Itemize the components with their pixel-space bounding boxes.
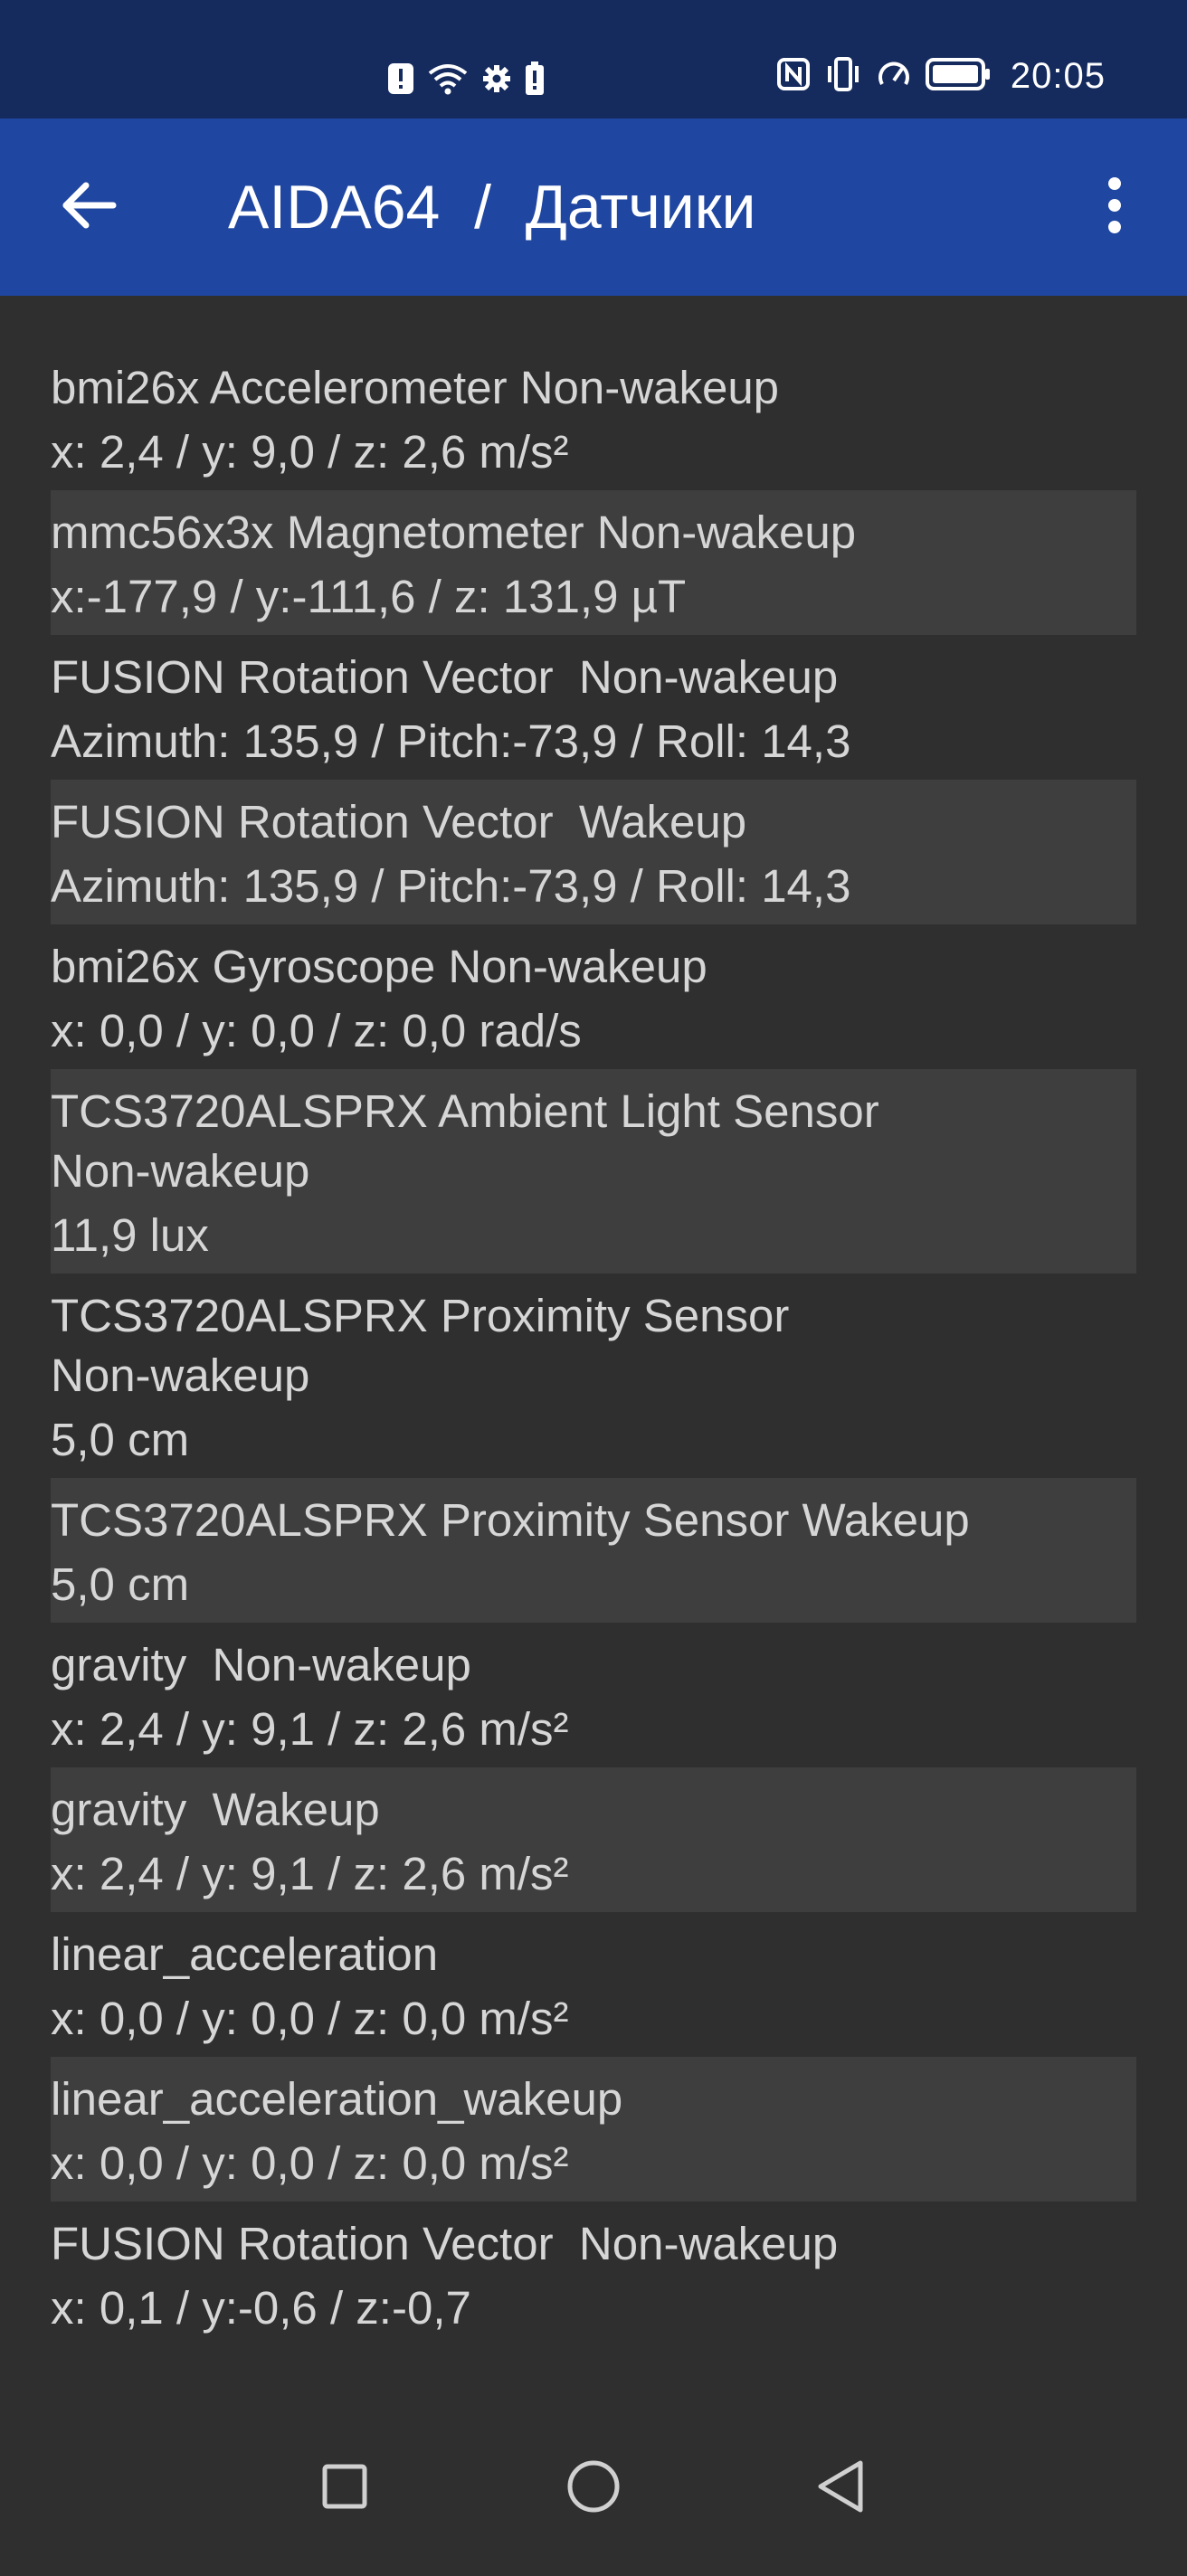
gear-icon <box>481 63 512 99</box>
sensor-list[interactable]: bmi26x Accelerometer Non-wakeup x: 2,4 /… <box>51 346 1136 2399</box>
sensor-item[interactable]: gravity Wakeup x: 2,4 / y: 9,1 / z: 2,6 … <box>51 1767 1136 1912</box>
sensor-item[interactable]: TCS3720ALSPRX Proximity Sensor Wakeup 5,… <box>51 1478 1136 1623</box>
more-options-button[interactable] <box>1078 171 1151 243</box>
sensor-item[interactable]: TCS3720ALSPRX Ambient Light Sensor Non-w… <box>51 1069 1136 1274</box>
sensor-value: x: 0,0 / y: 0,0 / z: 0,0 m/s² <box>51 1993 569 2044</box>
sensor-name: FUSION Rotation Vector Non-wakeup <box>51 651 839 703</box>
navigation-bar <box>0 2402 1187 2576</box>
more-vert-icon <box>1106 176 1124 239</box>
app-bar: AIDA64 / Датчики <box>0 118 1187 296</box>
sensor-value: x: 0,0 / y: 0,0 / z: 0,0 m/s² <box>51 2137 569 2189</box>
recents-button[interactable] <box>295 2439 394 2538</box>
nfc-icon <box>776 58 810 95</box>
home-button[interactable] <box>544 2439 643 2538</box>
sensor-item[interactable]: FUSION Rotation Vector Wakeup Azimuth: 1… <box>51 780 1136 924</box>
sensor-value: x:-177,9 / y:-111,6 / z: 131,9 µT <box>51 571 687 622</box>
sensor-item[interactable]: linear_acceleration x: 0,0 / y: 0,0 / z:… <box>51 1912 1136 2057</box>
recents-icon <box>321 2463 368 2514</box>
sensor-value: 5,0 cm <box>51 1414 190 1465</box>
sensor-item[interactable]: bmi26x Gyroscope Non-wakeup x: 0,0 / y: … <box>51 924 1136 1069</box>
sensor-name: linear_acceleration <box>51 1928 439 1980</box>
page-title: AIDA64 / Датчики <box>228 173 756 242</box>
sensor-name: gravity Non-wakeup <box>51 1639 471 1690</box>
sensor-item[interactable]: FUSION Rotation Vector Non-wakeup Azimut… <box>51 635 1136 780</box>
sensor-item[interactable]: TCS3720ALSPRX Proximity Sensor Non-wakeu… <box>51 1274 1136 1478</box>
sensor-value: x: 2,4 / y: 9,1 / z: 2,6 m/s² <box>51 1703 569 1755</box>
back-icon <box>815 2458 866 2519</box>
sensor-item[interactable]: bmi26x Accelerometer Non-wakeup x: 2,4 /… <box>51 346 1136 490</box>
arrow-left-icon <box>61 182 117 233</box>
alert-icon <box>387 62 414 99</box>
speed-icon <box>877 57 911 96</box>
nav-back-button[interactable] <box>791 2439 890 2538</box>
sensor-name: mmc56x3x Magnetometer Non-wakeup <box>51 507 857 558</box>
sensor-value: x: 0,0 / y: 0,0 / z: 0,0 rad/s <box>51 1005 582 1056</box>
sensor-value: x: 2,4 / y: 9,1 / z: 2,6 m/s² <box>51 1848 569 1899</box>
sensor-name: bmi26x Gyroscope Non-wakeup <box>51 941 707 992</box>
sensor-name: FUSION Rotation Vector Non-wakeup <box>51 2218 839 2269</box>
status-bar: 20:05 <box>0 0 1187 118</box>
wifi-icon <box>427 62 469 99</box>
sensor-value: 11,9 lux <box>51 1209 209 1261</box>
sensor-value: x: 2,4 / y: 9,0 / z: 2,6 m/s² <box>51 426 569 478</box>
home-icon <box>565 2458 622 2519</box>
status-time: 20:05 <box>1010 56 1106 96</box>
sensor-name: TCS3720ALSPRX Ambient Light Sensor Non-w… <box>51 1085 879 1197</box>
sensor-item[interactable]: linear_acceleration_wakeup x: 0,0 / y: 0… <box>51 2057 1136 2202</box>
status-left-icons <box>387 62 545 100</box>
sensor-name: FUSION Rotation Vector Wakeup <box>51 796 747 848</box>
sensor-name: linear_acceleration_wakeup <box>51 2073 623 2125</box>
battery-icon <box>925 58 991 95</box>
sensor-name: TCS3720ALSPRX Proximity Sensor Wakeup <box>51 1494 970 1546</box>
sensor-name: bmi26x Accelerometer Non-wakeup <box>51 362 780 413</box>
sensor-name: TCS3720ALSPRX Proximity Sensor Non-wakeu… <box>51 1290 790 1401</box>
sensor-value: Azimuth: 135,9 / Pitch:-73,9 / Roll: 14,… <box>51 860 851 912</box>
sensor-item[interactable]: FUSION Rotation Vector Non-wakeup x: 0,1… <box>51 2202 1136 2346</box>
sensor-value: x: 0,1 / y:-0,6 / z:-0,7 <box>51 2282 471 2334</box>
sensor-item[interactable]: gravity Non-wakeup x: 2,4 / y: 9,1 / z: … <box>51 1623 1136 1767</box>
sensor-name: gravity Wakeup <box>51 1784 380 1835</box>
vibrate-icon <box>824 57 862 96</box>
sensor-value: Azimuth: 135,9 / Pitch:-73,9 / Roll: 14,… <box>51 715 851 767</box>
sensor-item[interactable]: mmc56x3x Magnetometer Non-wakeup x:-177,… <box>51 490 1136 635</box>
sensor-value: 5,0 cm <box>51 1558 190 1610</box>
battery-alert-icon <box>525 62 545 100</box>
back-button[interactable] <box>52 171 125 243</box>
status-right-icons: 20:05 <box>776 56 1106 97</box>
